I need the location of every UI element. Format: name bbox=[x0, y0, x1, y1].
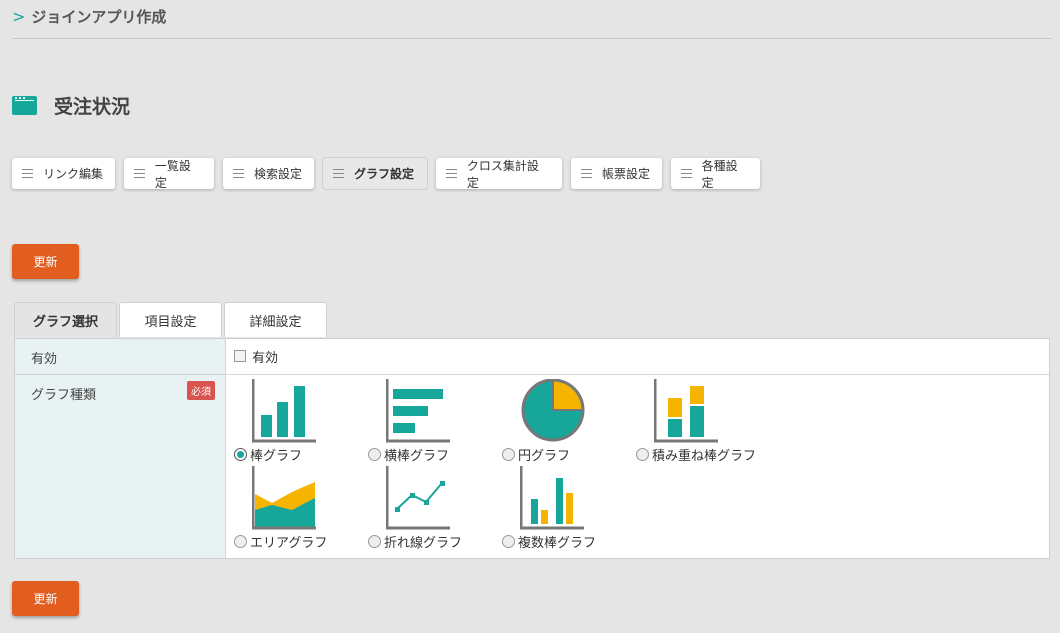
settings-nav: リンク編集 一覧設定 検索設定 グラフ設定 クロス集計設定 帳票設定 各種設定 bbox=[12, 158, 769, 190]
tab-bar: グラフ選択 項目設定 詳細設定 bbox=[14, 302, 329, 337]
multiple-bar-chart-icon bbox=[520, 466, 584, 530]
stacked-bar-chart-icon bbox=[654, 379, 718, 443]
stacked-bar-chart-radio[interactable] bbox=[636, 448, 649, 461]
list-icon bbox=[333, 169, 344, 178]
page-header: 受注状況 bbox=[12, 92, 130, 119]
option-pie-chart[interactable]: 円グラフ bbox=[498, 379, 628, 464]
window-icon bbox=[12, 96, 37, 115]
search-settings-button[interactable]: 検索設定 bbox=[223, 158, 314, 189]
list-icon bbox=[22, 169, 33, 178]
chart-type-label: グラフ種類 必須 bbox=[15, 375, 226, 558]
line-chart-icon bbox=[386, 466, 450, 530]
option-horizontal-bar-chart[interactable]: 横棒グラフ bbox=[364, 379, 494, 464]
enabled-checkbox-label[interactable]: 有効 bbox=[252, 347, 278, 366]
option-bar-chart[interactable]: 棒グラフ bbox=[230, 379, 360, 464]
chevron-right-icon: > bbox=[12, 7, 26, 26]
tab-detail-settings[interactable]: 詳細設定 bbox=[224, 302, 327, 337]
option-stacked-bar-chart[interactable]: 積み重ね棒グラフ bbox=[632, 379, 762, 464]
line-chart-radio[interactable] bbox=[368, 535, 381, 548]
list-icon bbox=[233, 169, 244, 178]
multiple-bar-chart-radio[interactable] bbox=[502, 535, 515, 548]
bar-chart-icon bbox=[252, 379, 316, 443]
cross-tab-settings-button[interactable]: クロス集計設定 bbox=[436, 158, 562, 190]
pie-chart-radio[interactable] bbox=[502, 448, 515, 461]
breadcrumb-divider bbox=[12, 38, 1052, 39]
option-area-chart[interactable]: エリアグラフ bbox=[230, 466, 360, 551]
option-line-chart[interactable]: 折れ線グラフ bbox=[364, 466, 494, 551]
enabled-label: 有効 bbox=[15, 339, 226, 374]
breadcrumb: > ジョインアプリ作成 bbox=[12, 6, 166, 27]
enabled-row: 有効 有効 bbox=[15, 339, 1049, 375]
pie-chart-icon bbox=[521, 379, 585, 442]
required-badge: 必須 bbox=[187, 381, 215, 400]
bar-chart-radio[interactable] bbox=[234, 448, 247, 461]
list-settings-button[interactable]: 一覧設定 bbox=[124, 158, 214, 190]
list-icon bbox=[581, 169, 592, 178]
enabled-checkbox[interactable] bbox=[234, 350, 246, 362]
page-title: 受注状況 bbox=[54, 96, 131, 118]
update-button-top[interactable]: 更新 bbox=[12, 244, 79, 279]
misc-settings-button[interactable]: 各種設定 bbox=[671, 158, 760, 190]
update-button-bottom[interactable]: 更新 bbox=[12, 581, 79, 616]
form-settings-button[interactable]: 帳票設定 bbox=[571, 158, 662, 189]
tab-graph-select[interactable]: グラフ選択 bbox=[14, 302, 117, 337]
list-icon bbox=[681, 169, 692, 178]
breadcrumb-title[interactable]: ジョインアプリ作成 bbox=[31, 6, 166, 27]
option-multiple-bar-chart[interactable]: 複数棒グラフ bbox=[498, 466, 628, 551]
list-icon bbox=[446, 169, 457, 178]
list-icon bbox=[134, 169, 145, 178]
graph-settings-button[interactable]: グラフ設定 bbox=[323, 158, 427, 189]
link-edit-button[interactable]: リンク編集 bbox=[12, 158, 115, 189]
graph-form: 有効 有効 グラフ種類 必須 棒グラフ 横棒グラフ 円グラフ 積み重ね棒グラフ … bbox=[14, 338, 1050, 559]
chart-type-row: グラフ種類 必須 棒グラフ 横棒グラフ 円グラフ 積み重ね棒グラフ エリアグラフ… bbox=[15, 375, 1049, 558]
area-chart-icon bbox=[252, 466, 316, 530]
tab-field-settings[interactable]: 項目設定 bbox=[119, 302, 222, 337]
horizontal-bar-chart-icon bbox=[386, 379, 450, 443]
chart-type-options: 棒グラフ 横棒グラフ 円グラフ 積み重ね棒グラフ エリアグラフ 折れ線グラフ 複… bbox=[226, 375, 1049, 558]
horizontal-bar-chart-radio[interactable] bbox=[368, 448, 381, 461]
area-chart-radio[interactable] bbox=[234, 535, 247, 548]
